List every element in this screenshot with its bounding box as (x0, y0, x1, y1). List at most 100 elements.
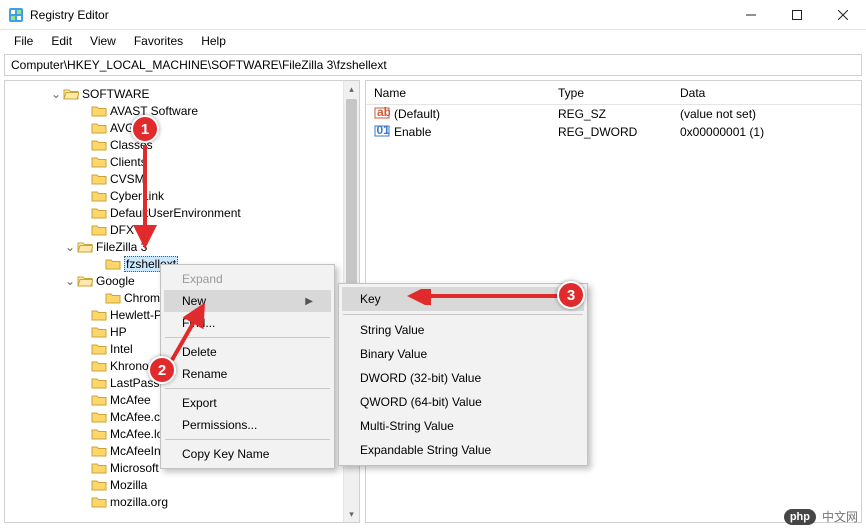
tree-item[interactable]: DFX (5, 221, 359, 238)
tree-item-label: HP (110, 325, 127, 339)
tree-item[interactable]: AVAST Software (5, 102, 359, 119)
folder-icon (91, 495, 107, 509)
maximize-button[interactable] (774, 0, 820, 30)
svg-text:ab: ab (377, 105, 390, 119)
folder-icon (91, 376, 107, 390)
separator (165, 388, 330, 389)
submenu-new: Key String Value Binary Value DWORD (32-… (338, 283, 588, 466)
value-name: Enable (394, 125, 431, 139)
scroll-up-arrow[interactable]: ▴ (344, 81, 359, 97)
minimize-button[interactable] (728, 0, 774, 30)
svg-text:011: 011 (377, 123, 391, 137)
tree-item[interactable]: Classes (5, 136, 359, 153)
ctx-copy-key-name[interactable]: Copy Key Name (164, 443, 331, 465)
menu-edit[interactable]: Edit (43, 32, 80, 50)
folder-icon (105, 291, 121, 305)
header-type[interactable]: Type (550, 82, 672, 104)
watermark: php 中文网 (784, 508, 858, 525)
menu-bar: File Edit View Favorites Help (0, 30, 866, 52)
folder-icon (63, 87, 79, 101)
folder-icon (91, 308, 107, 322)
ctx-permissions[interactable]: Permissions... (164, 414, 331, 436)
tree-item[interactable]: CyberLink (5, 187, 359, 204)
tree-item[interactable]: ⌄FileZilla 3 (5, 238, 359, 255)
folder-icon (91, 427, 107, 441)
submenu-dword[interactable]: DWORD (32-bit) Value (342, 366, 584, 390)
value-type: REG_SZ (550, 107, 672, 121)
close-button[interactable] (820, 0, 866, 30)
folder-icon (91, 155, 107, 169)
submenu-qword[interactable]: QWORD (64-bit) Value (342, 390, 584, 414)
tree-item-label: Microsoft (110, 461, 159, 475)
submenu-expandable[interactable]: Expandable String Value (342, 438, 584, 462)
tree-item-label: SOFTWARE (82, 87, 150, 101)
scroll-down-arrow[interactable]: ▾ (344, 506, 359, 522)
tree-item[interactable]: ⌄ SOFTWARE (5, 85, 359, 102)
header-data[interactable]: Data (672, 82, 861, 104)
folder-icon (91, 104, 107, 118)
value-name: (Default) (394, 107, 440, 121)
tree-item[interactable]: AVG (5, 119, 359, 136)
tree-toggle-icon[interactable]: ⌄ (49, 87, 63, 101)
folder-icon (91, 359, 107, 373)
separator (165, 439, 330, 440)
watermark-logo: php (784, 509, 816, 525)
folder-icon (91, 393, 107, 407)
ctx-rename[interactable]: Rename (164, 363, 331, 385)
menu-favorites[interactable]: Favorites (126, 32, 191, 50)
submenu-multi[interactable]: Multi-String Value (342, 414, 584, 438)
annotation-3: 3 (557, 281, 585, 309)
scroll-thumb[interactable] (346, 99, 357, 309)
tree-item-label: Intel (110, 342, 133, 356)
tree-item-label: McAfee (110, 393, 151, 407)
annotation-1: 1 (131, 115, 159, 143)
folder-icon (105, 257, 121, 271)
watermark-text: 中文网 (822, 508, 858, 525)
chevron-right-icon: ▶ (305, 296, 313, 307)
tree-item-label: mozilla.org (110, 495, 168, 509)
menu-view[interactable]: View (82, 32, 124, 50)
folder-icon (77, 240, 93, 254)
window-title: Registry Editor (30, 8, 728, 22)
arrow-1-icon (131, 140, 161, 255)
submenu-binary[interactable]: Binary Value (342, 342, 584, 366)
value-data: 0x00000001 (1) (672, 125, 861, 139)
address-bar[interactable]: Computer\HKEY_LOCAL_MACHINE\SOFTWARE\Fil… (4, 54, 862, 76)
tree-item[interactable]: Mozilla (5, 476, 359, 493)
folder-icon (77, 274, 93, 288)
menu-help[interactable]: Help (193, 32, 234, 50)
folder-icon (91, 223, 107, 237)
tree-toggle-icon[interactable]: ⌄ (63, 274, 77, 288)
address-path: Computer\HKEY_LOCAL_MACHINE\SOFTWARE\Fil… (11, 58, 387, 72)
submenu-string[interactable]: String Value (342, 318, 584, 342)
menu-file[interactable]: File (6, 32, 41, 50)
tree-item-label: DefaultUserEnvironment (110, 206, 241, 220)
folder-icon (91, 461, 107, 475)
tree-item-label: Mozilla (110, 478, 147, 492)
arrow-3-icon (405, 289, 565, 305)
tree-toggle-icon[interactable]: ⌄ (63, 240, 77, 254)
arrow-2-icon (168, 300, 218, 365)
folder-icon (91, 121, 107, 135)
annotation-2: 2 (148, 356, 176, 384)
list-row[interactable]: ab(Default)REG_SZ(value not set) (366, 105, 861, 123)
tree-item[interactable]: DefaultUserEnvironment (5, 204, 359, 221)
tree-item[interactable]: mozilla.org (5, 493, 359, 510)
list-row[interactable]: 011Enable REG_DWORD0x00000001 (1) (366, 123, 861, 141)
ctx-export[interactable]: Export (164, 392, 331, 414)
folder-icon (91, 444, 107, 458)
ctx-expand: Expand (164, 268, 331, 290)
app-icon (8, 7, 24, 23)
folder-icon (91, 172, 107, 186)
title-bar: Registry Editor (0, 0, 866, 30)
tree-item[interactable]: CVSM (5, 170, 359, 187)
tree-item[interactable]: Clients (5, 153, 359, 170)
reg-dword-icon: 011 (374, 123, 390, 142)
tree-item-label: AVAST Software (110, 104, 198, 118)
value-type: REG_DWORD (550, 125, 672, 139)
header-name[interactable]: Name (366, 82, 550, 104)
separator (343, 314, 583, 315)
tree-item-label: Google (96, 274, 135, 288)
folder-icon (91, 189, 107, 203)
context-menu: Expand New▶ Find... Delete Rename Export… (160, 264, 335, 469)
